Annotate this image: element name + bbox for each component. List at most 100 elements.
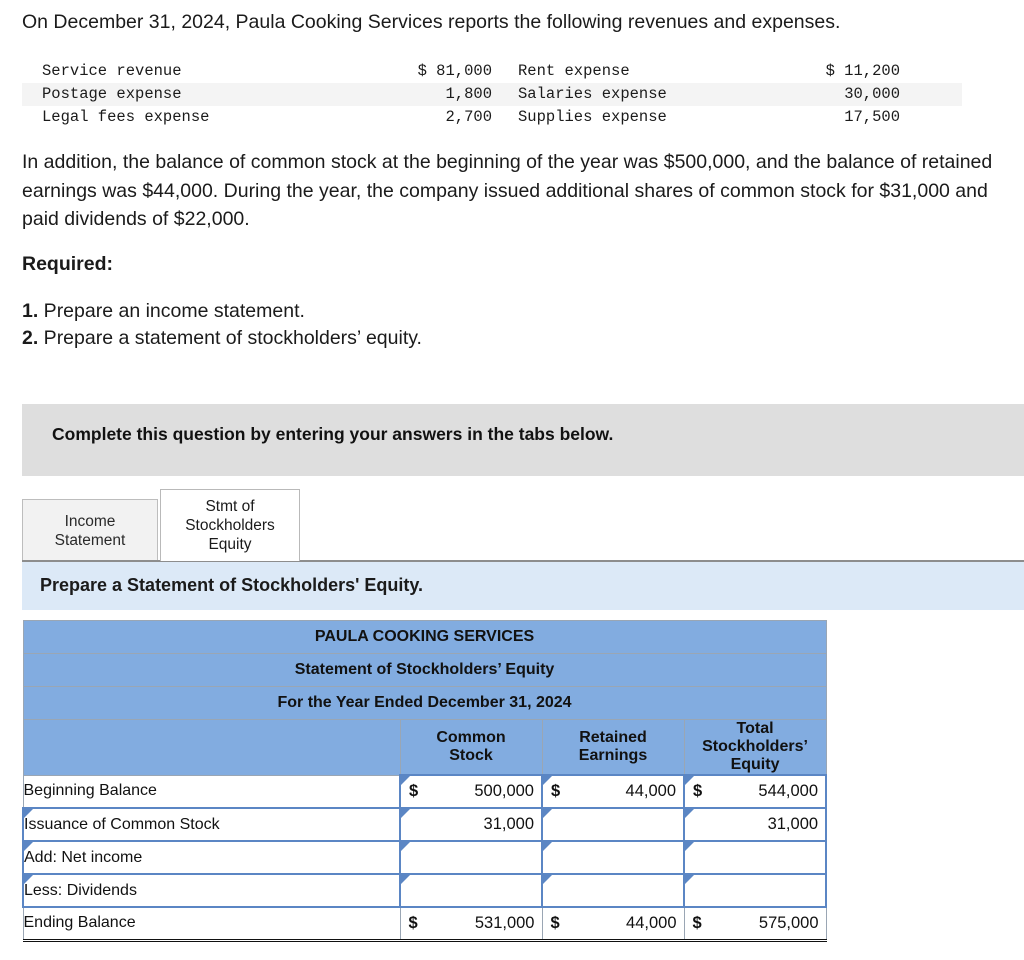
cell-corner-marker-icon (685, 809, 694, 818)
tab-stmt-line3: Equity (208, 536, 252, 553)
currency-symbol: $ (409, 782, 419, 800)
amount-cell-inner: 31,000 (401, 809, 541, 840)
amount-input-cell[interactable]: $44,000 (541, 774, 685, 809)
required-item-text: Prepare an income statement. (38, 300, 305, 322)
statement-row: Add: Net income (22, 840, 828, 875)
statement-title-line-3: For the Year Ended December 31, 2024 (22, 686, 827, 720)
amount-cell-inner: $500,000 (401, 776, 541, 807)
currency-symbol: $ (551, 782, 561, 800)
cell-corner-marker-icon (24, 809, 33, 818)
column-header-line: Stock (449, 747, 493, 764)
facts-row: Postage expense 1,800 Salaries expense 30,0… (22, 83, 962, 106)
facts-left-amount: 1,800 (445, 85, 492, 103)
amount-input-cell[interactable]: 31,000 (682, 807, 828, 842)
statement-row: Beginning Balance $500,000 $44,000 $544,000 (22, 774, 828, 809)
column-header-1: Common Stock (399, 719, 543, 776)
column-header-blank (22, 719, 401, 776)
amount-input-cell[interactable]: $544,000 (682, 774, 828, 809)
row-label-input[interactable]: Less: Dividends (22, 873, 401, 908)
column-header-line: Equity (730, 756, 780, 773)
statement-title-line-2: Statement of Stockholders’ Equity (22, 653, 827, 687)
additional-info-paragraph: In addition, the balance of common stock… (22, 151, 993, 230)
tab-stmt-line1: Stmt of (205, 498, 255, 515)
tab-income-line2: Statement (54, 531, 126, 549)
statement-title-row: PAULA COOKING SERVICES (22, 620, 827, 654)
facts-left-label: Service revenue (42, 62, 182, 80)
amount-cell-inner (543, 842, 683, 873)
amount-input-cell[interactable] (682, 840, 828, 875)
facts-right-label: Supplies expense (518, 108, 667, 126)
tab-income-line1: Income (64, 512, 116, 530)
amount-cell: $44,000 (541, 906, 685, 942)
column-header-line: Common (436, 729, 506, 746)
column-header-2: Retained Earnings (541, 719, 685, 776)
amount-cell-inner: $44,000 (543, 776, 683, 807)
task-prompt-bar: Prepare a Statement of Stockholders' Equ… (22, 562, 1024, 610)
amount-cell-inner (401, 842, 541, 873)
amount-cell-inner: 31,000 (685, 809, 825, 840)
cell-corner-marker-icon (685, 875, 694, 884)
cell-corner-marker-icon (401, 875, 410, 884)
amount-input-cell[interactable]: 31,000 (399, 807, 543, 842)
amount-input-cell[interactable] (541, 873, 685, 908)
amount-value: 544,000 (758, 782, 819, 800)
amount-cell: $531,000 (399, 906, 543, 942)
row-label-input[interactable]: Add: Net income (22, 840, 401, 875)
revenues-expenses-table: Service revenue $ 81,000 Rent expense $ 11,… (22, 60, 962, 129)
amount-value: 500,000 (474, 782, 534, 800)
cell-corner-marker-icon (543, 776, 552, 785)
row-label-text: Ending Balance (23, 914, 136, 932)
amount-cell-inner: $531,000 (401, 908, 542, 939)
amount-value: 575,000 (758, 913, 819, 932)
facts-right-label: Rent expense (518, 62, 630, 80)
row-label-input[interactable]: Issuance of Common Stock (22, 807, 401, 842)
currency-symbol: $ (693, 782, 703, 800)
currency-symbol: $ (550, 913, 560, 932)
amount-input-cell[interactable] (541, 807, 685, 842)
cell-corner-marker-icon (543, 809, 552, 818)
tab-income-statement[interactable]: Income Statement (22, 499, 158, 561)
amount-input-cell[interactable] (541, 840, 685, 875)
amount-input-cell[interactable] (399, 840, 543, 875)
cell-corner-marker-icon (543, 842, 552, 851)
tab-stmt-line2: Stockholders (185, 517, 275, 534)
amount-value: 44,000 (625, 782, 676, 800)
amount-value: 531,000 (474, 913, 535, 932)
statement-column-header-row: Common Stock Retained Earnings Total Stockhol… (22, 719, 827, 776)
cell-corner-marker-icon (401, 809, 410, 818)
amount-value: 31,000 (483, 815, 534, 833)
tab-stmt-stockholders-equity[interactable]: Stmt of Stockholders Equity (160, 489, 300, 561)
tab-income-statement-label: Income Statement (55, 512, 126, 550)
required-item-number: 1. (22, 300, 39, 322)
facts-right-label: Salaries expense (518, 85, 667, 103)
facts-right-amount: 30,000 (844, 85, 900, 103)
statement-title-line-1: PAULA COOKING SERVICES (22, 620, 827, 654)
intro-paragraph: On December 31, 2024, Paula Cooking Serv… (22, 11, 841, 33)
required-item: 1. Prepare an income statement. (22, 298, 822, 325)
stockholders-equity-body: PAULA COOKING SERVICES Statement of Stock… (22, 620, 828, 942)
statement-title-row: For the Year Ended December 31, 2024 (22, 686, 827, 720)
currency-symbol: $ (408, 913, 418, 932)
cell-corner-marker-icon (401, 842, 410, 851)
row-label-text: Issuance of Common Stock (24, 815, 220, 833)
amount-cell-inner (685, 842, 825, 873)
column-header-line: Earnings (578, 747, 648, 764)
facts-left-label: Postage expense (42, 85, 182, 103)
cell-corner-marker-icon (24, 875, 33, 884)
amount-input-cell[interactable]: $500,000 (399, 774, 543, 809)
amount-input-cell[interactable] (399, 873, 543, 908)
amount-cell-inner: $44,000 (543, 908, 684, 939)
tab-strip: Income Statement Stmt of Stockholders Eq… (22, 489, 1024, 561)
statement-title-row: Statement of Stockholders’ Equity (22, 653, 827, 687)
statement-row: Ending Balance $531,000 $44,000 $575,000 (22, 906, 827, 942)
cell-corner-marker-icon (24, 842, 33, 851)
facts-left-label: Legal fees expense (42, 108, 210, 126)
cell-corner-marker-icon (543, 875, 552, 884)
facts-right-amount: $ 11,200 (825, 62, 900, 80)
cell-corner-marker-icon (685, 776, 694, 785)
amount-input-cell[interactable] (682, 873, 828, 908)
row-label-text: Add: Net income (24, 848, 143, 866)
facts-left-amount: $ 81,000 (417, 62, 492, 80)
column-header-line: Total (736, 720, 774, 737)
worksheet-page: On December 31, 2024, Paula Cooking Serv… (0, 0, 1024, 960)
